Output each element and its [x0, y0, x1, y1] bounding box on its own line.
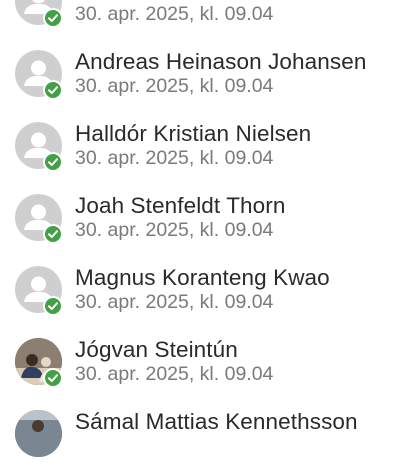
check-icon [43, 224, 63, 244]
check-icon [43, 152, 63, 172]
check-icon [43, 368, 63, 388]
contact-name: Jógvan Steintún [75, 337, 238, 362]
seen-timestamp: 30. apr. 2025, kl. 09.04 [75, 147, 274, 169]
profile-photo [15, 410, 62, 457]
seen-timestamp: 30. apr. 2025, kl. 09.04 [75, 291, 274, 313]
contact-name: Magnus Koranteng Kwao [75, 265, 330, 290]
list-item[interactable]: 30. apr. 2025, kl. 09.04 [0, 0, 410, 34]
contact-name: Halldór Kristian Nielsen [75, 121, 312, 146]
check-icon [43, 8, 63, 28]
check-icon [43, 296, 63, 316]
list-item[interactable]: Joah Stenfeldt Thorn 30. apr. 2025, kl. … [0, 178, 410, 250]
contact-name: Sámal Mattias Kennethsson [75, 409, 358, 434]
list-item[interactable]: Magnus Koranteng Kwao 30. apr. 2025, kl.… [0, 250, 410, 322]
list-item[interactable]: Andreas Heinason Johansen 30. apr. 2025,… [0, 34, 410, 106]
list-item[interactable]: Halldór Kristian Nielsen 30. apr. 2025, … [0, 106, 410, 178]
contact-name: Andreas Heinason Johansen [75, 49, 367, 74]
seen-timestamp: 30. apr. 2025, kl. 09.04 [75, 75, 274, 97]
check-icon [43, 80, 63, 100]
list-item[interactable]: Sámal Mattias Kennethsson [0, 394, 410, 466]
seen-timestamp: 30. apr. 2025, kl. 09.04 [75, 219, 274, 241]
seen-timestamp: 30. apr. 2025, kl. 09.04 [75, 363, 274, 385]
contact-name: Joah Stenfeldt Thorn [75, 193, 286, 218]
list-item[interactable]: Jógvan Steintún 30. apr. 2025, kl. 09.04 [0, 322, 410, 394]
seen-timestamp: 30. apr. 2025, kl. 09.04 [75, 3, 274, 25]
seen-by-list: 30. apr. 2025, kl. 09.04 Andreas Heinaso… [0, 0, 410, 466]
